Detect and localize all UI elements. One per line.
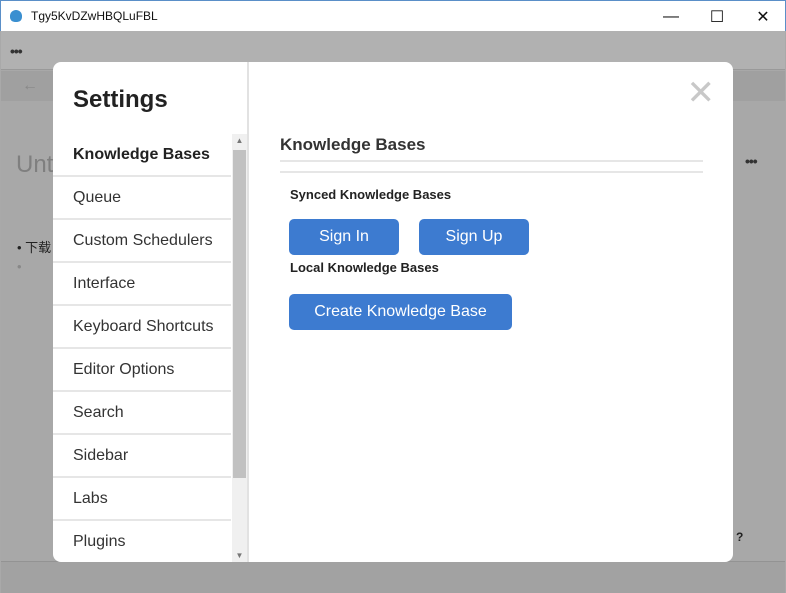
create-knowledge-base-button[interactable]: Create Knowledge Base (289, 294, 512, 330)
sidebar-item-keyboard-shortcuts[interactable]: Keyboard Shortcuts (53, 306, 231, 349)
settings-title: Settings (73, 86, 168, 113)
settings-modal: Settings Knowledge Bases Queue Custom Sche… (53, 62, 733, 562)
sidebar-item-editor-options[interactable]: Editor Options (53, 349, 231, 392)
synced-kb-label: Synced Knowledge Bases (290, 187, 452, 202)
minimize-button[interactable]: — (648, 1, 694, 32)
settings-panel: ✕ Knowledge Bases Synced Knowledge Bases… (249, 62, 733, 562)
help-button[interactable]: ? (736, 530, 743, 544)
panel-heading: Knowledge Bases (280, 135, 426, 154)
sidebar-item-search[interactable]: Search (53, 392, 231, 435)
bullet-text: 下载 (25, 240, 52, 255)
bottom-bar (1, 561, 785, 593)
bullet-item: • 下载 (17, 240, 52, 255)
sidebar-item-labs[interactable]: Labs (53, 478, 231, 521)
scroll-up-icon[interactable]: ▲ (232, 136, 247, 145)
sidebar-item-sidebar[interactable]: Sidebar (53, 435, 231, 478)
menu-dots-icon[interactable]: ••• (10, 43, 23, 59)
scroll-down-icon[interactable]: ▼ (232, 551, 247, 560)
sign-up-button[interactable]: Sign Up (419, 219, 529, 255)
divider (280, 171, 703, 173)
sidebar-item-plugins[interactable]: Plugins (53, 521, 231, 562)
sidebar-item-custom-schedulers[interactable]: Custom Schedulers (53, 220, 231, 263)
window-title: Tgy5KvDZwHBQLuFBL (31, 9, 158, 23)
close-icon[interactable]: ✕ (687, 76, 716, 110)
app-logo-icon (10, 10, 22, 22)
local-kb-label: Local Knowledge Bases (290, 260, 439, 275)
divider (280, 160, 703, 162)
back-arrow-icon[interactable]: ← (22, 77, 38, 95)
title-bar: Tgy5KvDZwHBQLuFBL — ☐ ✕ (0, 0, 786, 31)
close-window-button[interactable]: ✕ (740, 1, 786, 32)
empty-bullet: • (17, 259, 22, 274)
scrollbar-thumb[interactable] (233, 150, 246, 478)
sign-in-button[interactable]: Sign In (289, 219, 399, 255)
sidebar-item-queue[interactable]: Queue (53, 177, 231, 220)
sidebar-scrollbar[interactable]: ▲ ▼ (232, 134, 247, 562)
sidebar-item-interface[interactable]: Interface (53, 263, 231, 306)
sidebar-item-knowledge-bases[interactable]: Knowledge Bases (53, 134, 231, 177)
document-title: Unt (16, 151, 54, 178)
maximize-button[interactable]: ☐ (694, 1, 740, 32)
more-options-icon[interactable]: ••• (745, 153, 758, 169)
settings-sidebar: Settings Knowledge Bases Queue Custom Sche… (53, 62, 249, 562)
